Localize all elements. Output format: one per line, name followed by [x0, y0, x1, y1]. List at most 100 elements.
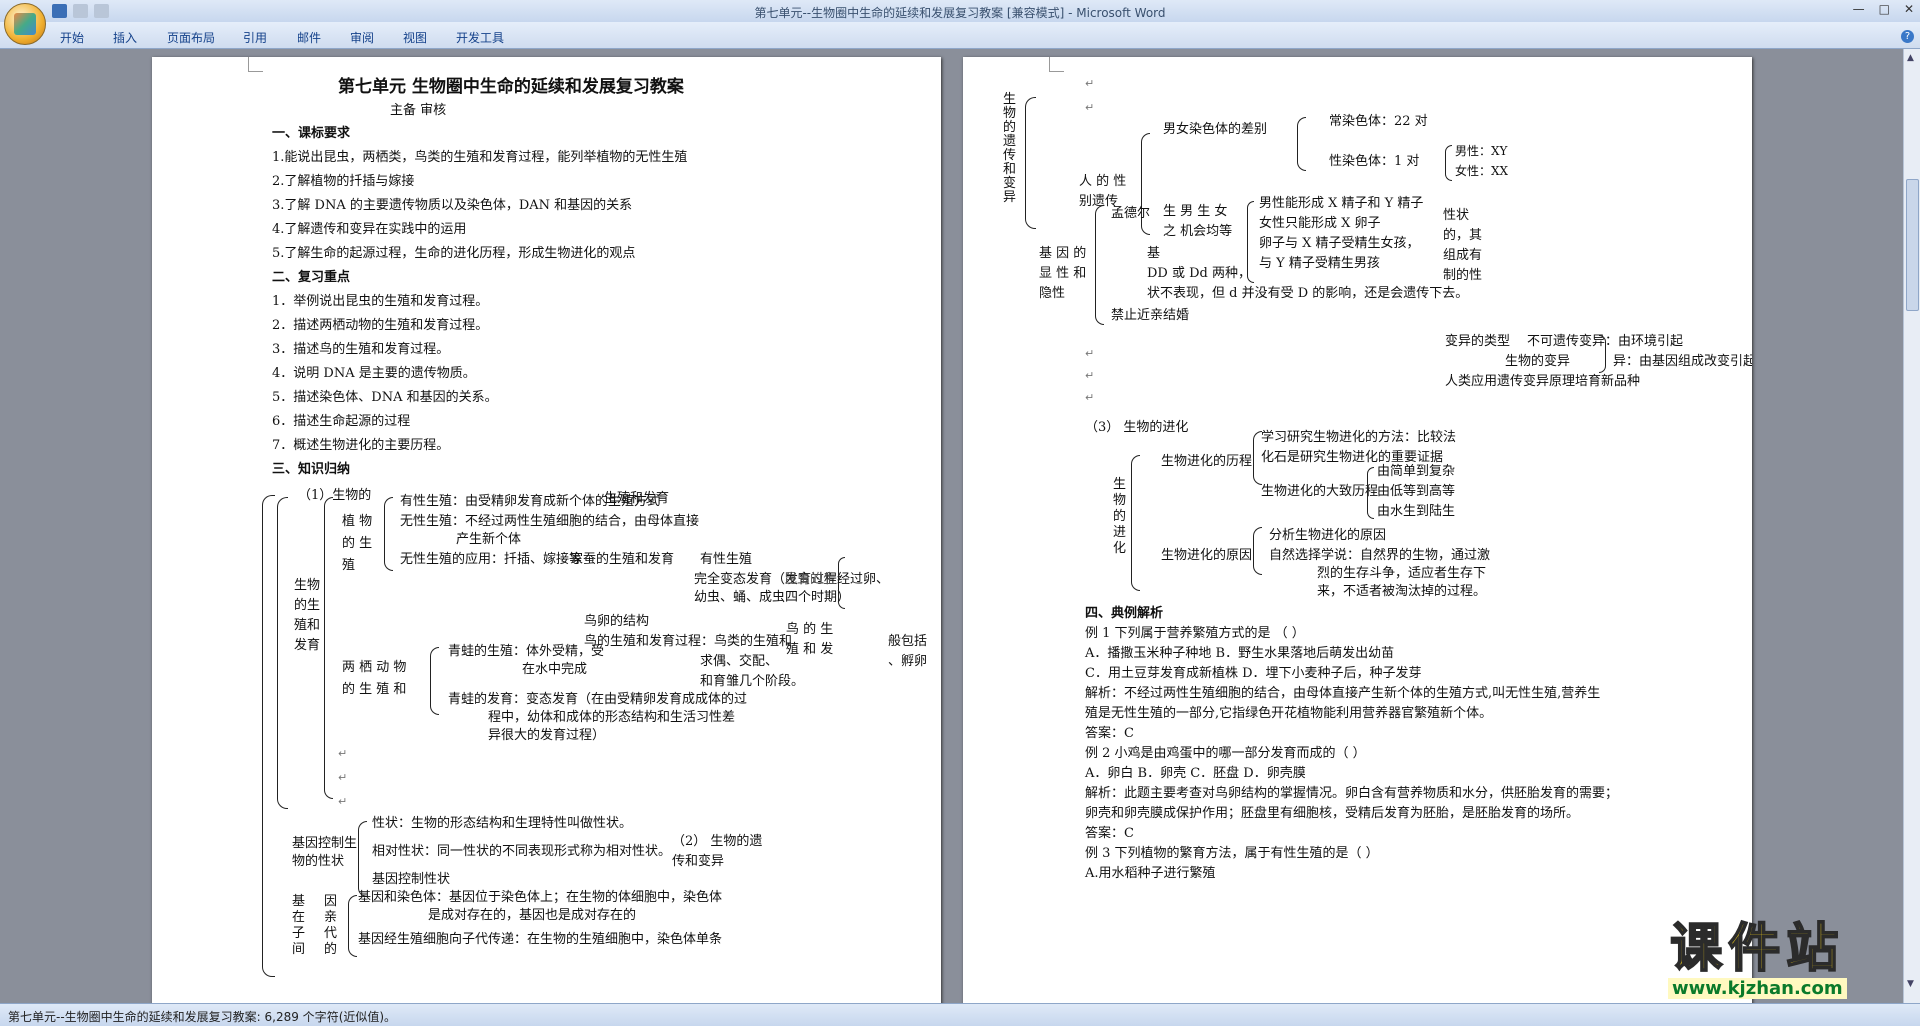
map-node: 产生新个体: [456, 532, 522, 547]
window-title: 第七单元--生物圈中生命的延续和发展复习教案 [兼容模式] - Microsof…: [754, 6, 1166, 20]
tab-review[interactable]: 审阅: [350, 29, 374, 46]
map-node: 生物进化的历程: [1161, 454, 1253, 469]
map-node: （1）生物的: [298, 488, 372, 503]
map-node: 孟德尔: [1111, 206, 1151, 221]
map-node: 的，其: [1443, 228, 1483, 243]
tab-insert[interactable]: 插入: [113, 29, 137, 46]
map-node: 生殖和发育: [604, 491, 670, 506]
map-node: 亲: [324, 910, 338, 925]
map-node: 性状: [1443, 208, 1470, 223]
scrollbar-thumb[interactable]: [1906, 179, 1919, 311]
minimize-icon[interactable]: —: [1853, 2, 1865, 16]
text-line: 卵壳和卵壳膜成保护作用；胚盘里有细胞核，受精后发育为胚胎，是胚胎发育的场所。: [1085, 806, 1580, 821]
map-node: 鸟的生殖和发育过程：鸟类的生殖和: [584, 634, 793, 649]
bracket: [1131, 455, 1140, 591]
list-item: 1．举例说出昆虫的生殖和发育过程。: [272, 294, 489, 309]
ribbon-tabs: 开始 插入 页面布局 引用 邮件 审阅 视图 开发工具 ?: [0, 22, 1920, 49]
map-node: 生物的进化: [1113, 477, 1127, 556]
help-icon[interactable]: ?: [1901, 30, 1914, 43]
map-node: 代: [324, 926, 338, 941]
vertical-scrollbar[interactable]: ▲ ▼: [1903, 49, 1920, 1003]
map-node: 求偶、交配、: [700, 654, 779, 669]
map-node: 生物: [294, 578, 321, 593]
tab-mailings[interactable]: 邮件: [297, 29, 321, 46]
window-controls: — □ ✕: [1853, 2, 1914, 16]
section-heading: 二、复习重点: [272, 270, 351, 285]
paragraph-mark-icon: ↵: [1085, 347, 1095, 360]
list-item: 4.了解遗传和变异在实践中的运用: [272, 222, 467, 237]
tab-developer[interactable]: 开发工具: [456, 29, 504, 46]
map-node: 人 的 性: [1079, 174, 1127, 189]
paragraph-mark-icon: ↵: [338, 747, 348, 760]
bracket: [430, 647, 439, 715]
map-node: 基: [292, 894, 306, 909]
list-item: 2．描述两栖动物的生殖和发育过程。: [272, 318, 489, 333]
bracket: [384, 497, 393, 571]
list-item: 2.了解植物的扦插与嫁接: [272, 174, 415, 189]
tab-view[interactable]: 视图: [403, 29, 427, 46]
map-node: 鸟卵的结构: [584, 614, 650, 629]
text-line: C．用土豆芽发育成新植株 D．埋下小麦种子后，种子发芽: [1085, 666, 1422, 681]
map-node: 家蚕的生殖和发育: [570, 552, 675, 567]
map-node: 分析生物进化的原因: [1269, 528, 1387, 543]
text-line: 殖是无性生殖的一部分,它指绿色开花植物能利用营养器官繁殖新个体。: [1085, 706, 1493, 721]
list-item: 3.了解 DNA 的主要遗传物质以及染色体，DAN 和基因的关系: [272, 198, 633, 213]
map-node: 间: [292, 942, 306, 957]
bracket: [262, 495, 275, 977]
map-node: 无性生殖：不经过两性生殖细胞的结合，由母体直接: [400, 514, 700, 529]
list-item: 3．描述鸟的生殖和发育过程。: [272, 342, 450, 357]
map-node: 生物的遗传和变异: [1003, 92, 1017, 205]
office-button-icon[interactable]: [4, 3, 46, 45]
bracket: [1253, 527, 1262, 575]
document-page-2[interactable]: 生物的遗传和变异 人 的 性 别遗传 男女染色体的差别 常染色体：22 对 性染…: [963, 57, 1752, 1003]
map-node: 异很大的发育过程）: [488, 728, 606, 743]
section-heading: 四、典例解析: [1085, 606, 1164, 621]
bracket: [1297, 117, 1306, 171]
list-item: 5.了解生命的起源过程，生命的进化历程，形成生物进化的观点: [272, 246, 636, 261]
map-node: 基因控制生: [292, 836, 358, 851]
paragraph-mark-icon: ↵: [1085, 77, 1095, 90]
scroll-down-icon[interactable]: ▼: [1907, 979, 1914, 989]
status-text: 第七单元--生物圈中生命的延续和发展复习教案: 6,289 个字符(近似值)。: [8, 1010, 397, 1024]
map-node: 发育: [294, 638, 321, 653]
scroll-up-icon[interactable]: ▲: [1907, 53, 1914, 63]
map-node: 基因和染色体：基因位于染色体上；在生物的体细胞中，染色体: [358, 890, 723, 905]
map-node: 生物的变异: [1505, 354, 1571, 369]
map-node: 的 生: [342, 536, 373, 551]
status-bar: 第七单元--生物圈中生命的延续和发展复习教案: 6,289 个字符(近似值)。: [0, 1003, 1920, 1026]
map-node: 物的性状: [292, 854, 345, 869]
bracket: [1025, 97, 1036, 229]
bracket: [324, 497, 333, 799]
bracket: [358, 821, 367, 897]
text-line: A．卵白 B．卵壳 C．胚盘 D．卵壳膜: [1085, 766, 1306, 781]
map-node: DD 或 Dd 两种，: [1147, 266, 1251, 281]
map-node: 因: [324, 894, 338, 909]
map-node: 人类应用遗传变异原理培育新品种: [1445, 374, 1641, 389]
document-page-1[interactable]: 第七单元 生物圈中生命的延续和发展复习教案 主备 审核 一、课标要求 1.能说出…: [152, 57, 941, 1003]
close-icon[interactable]: ✕: [1904, 2, 1914, 16]
map-node: 基因控制性状: [372, 872, 451, 887]
bracket: [348, 895, 357, 957]
map-node: 变异的类型: [1445, 334, 1511, 349]
map-node: 性染色体：1 对: [1329, 154, 1420, 169]
list-item: 4．说明 DNA 是主要的遗传物质。: [272, 366, 476, 381]
tab-page-layout[interactable]: 页面布局: [167, 29, 215, 46]
map-node: 男性能形成 X 精子和 Y 精子: [1259, 196, 1424, 211]
map-node: 在水中完成: [522, 662, 588, 677]
map-node: 显 性 和: [1039, 266, 1087, 281]
section-heading: （3） 生物的进化: [1085, 420, 1189, 435]
text-line: 例 3 下列植物的繁育方法，属于有性生殖的是（ ）: [1085, 846, 1379, 861]
map-node: 殖和: [294, 618, 321, 633]
map-node: 的 生 殖 和: [342, 682, 407, 697]
map-node: 和育雏几个阶段。: [700, 674, 805, 689]
tab-home[interactable]: 开始: [60, 29, 84, 46]
map-node: 无性生殖的应用：扦插、嫁接等: [400, 552, 583, 567]
tab-references[interactable]: 引用: [243, 29, 267, 46]
text-line: 例 1 下列属于营养繁殖方式的是 （ ）: [1085, 626, 1305, 641]
section-heading: 三、知识归纳: [272, 462, 351, 477]
maximize-icon[interactable]: □: [1879, 2, 1890, 16]
map-node: 生物进化的大致历程: [1261, 484, 1379, 499]
map-node: 般包括: [888, 634, 928, 649]
map-node: 组成有: [1443, 248, 1483, 263]
map-node: 生物进化的原因: [1161, 548, 1253, 563]
